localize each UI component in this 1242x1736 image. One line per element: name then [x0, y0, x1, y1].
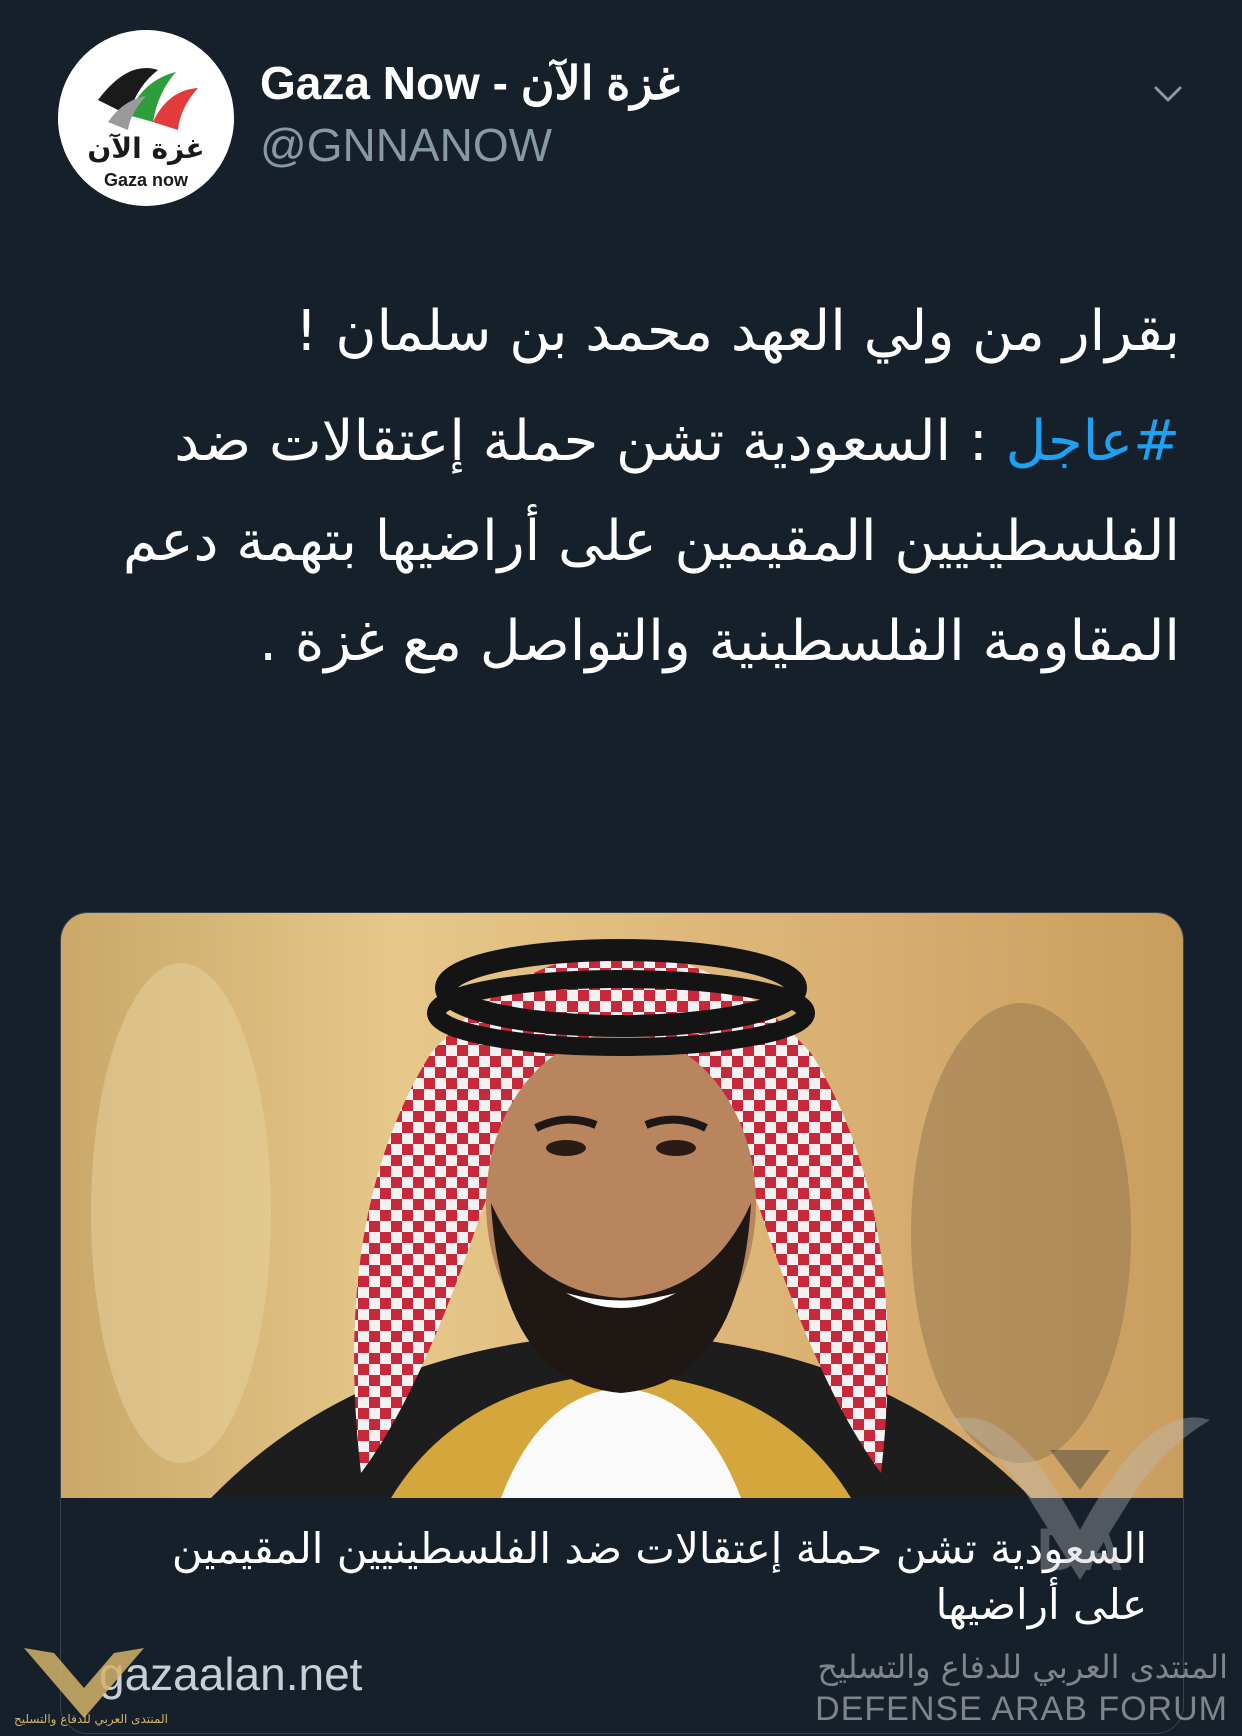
watermark-small-text: المنتدى العربي للدفاع والتسليح [14, 1712, 168, 1726]
svg-text:DA: DA [1037, 1516, 1124, 1583]
gaza-now-logo: غزة الآن Gaza now [58, 30, 234, 206]
watermark-english: DEFENSE ARAB FORUM [815, 1690, 1228, 1728]
logo-text-en: Gaza now [104, 170, 189, 190]
tweet-line-1: بقرار من ولي العهد محمد بن سلمان ! [295, 299, 1180, 364]
display-name[interactable]: Gaza Now - غزة الآن [260, 56, 680, 110]
tweet-body-paragraph: #عاجل : السعودية تشن حملة إعتقالات ضد ال… [80, 392, 1180, 692]
hashtag-link[interactable]: #عاجل [1006, 409, 1180, 474]
tweet: غزة الآن Gaza now Gaza Now - غزة الآن @G… [0, 0, 1242, 1736]
tweet-text: بقرار من ولي العهد محمد بن سلمان ! #عاجل… [80, 282, 1180, 692]
forum-logo-icon: DA [950, 1417, 1210, 1583]
chevron-down-icon[interactable] [1148, 74, 1188, 114]
link-card[interactable]: السعودية تشن حملة إعتقالات ضد الفلسطينيي… [60, 912, 1184, 1734]
avatar[interactable]: غزة الآن Gaza now [58, 30, 234, 206]
handle[interactable]: @GNNANOW [260, 118, 552, 172]
logo-text-ar: غزة الآن [87, 132, 204, 165]
watermark-arabic: المنتدى العربي للدفاع والتسليح [817, 1648, 1228, 1686]
